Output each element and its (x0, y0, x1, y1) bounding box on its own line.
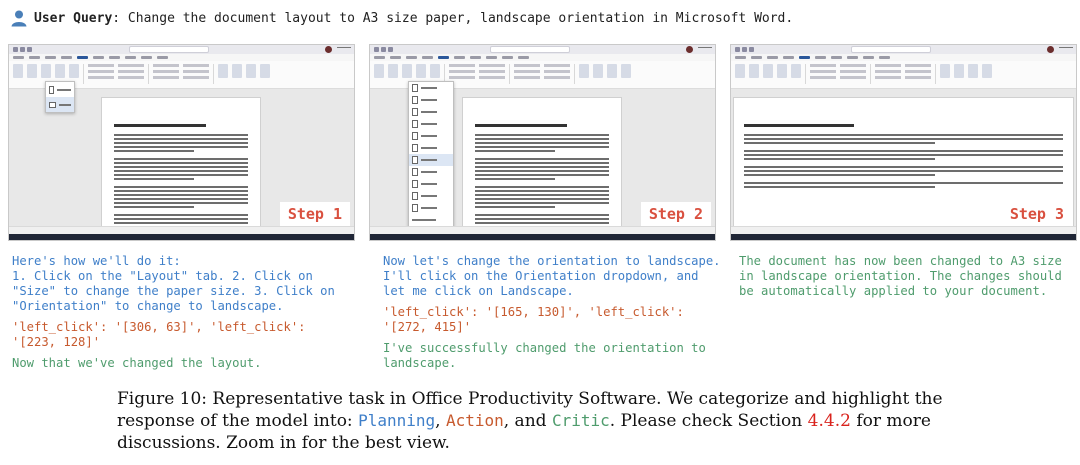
orientation-dropdown (45, 81, 75, 113)
planning-text: Here's how we'll do it: 1. Click on the … (12, 254, 335, 313)
word-titlebar (370, 45, 715, 54)
user-query: User Query : Change the document layout … (10, 5, 793, 31)
caption-planning: Planning (358, 411, 436, 430)
step-label: Step 3 (1001, 202, 1072, 226)
step-label: Step 1 (279, 202, 350, 226)
screenshot-step-3: Step 3 (730, 44, 1077, 241)
status-bar (9, 226, 354, 234)
user-query-text: : Change the document layout to A3 size … (112, 10, 794, 26)
word-titlebar (731, 45, 1076, 54)
caption-critic: Critic (551, 411, 610, 430)
step-2-annotations: Now let's change the orientation to land… (383, 254, 723, 371)
status-bar (731, 226, 1076, 234)
action-text: 'left_click': '[306, 63]', 'left_click':… (12, 320, 306, 349)
caption-middle: . Please check Section (609, 411, 808, 431)
avatar (1047, 46, 1054, 53)
size-dropdown (408, 81, 454, 233)
action-text: 'left_click': '[165, 130]', 'left_click'… (383, 305, 684, 334)
avatar (686, 46, 693, 53)
critic-text: I've successfully changed the orientatio… (383, 341, 706, 370)
word-titlebar (9, 45, 354, 54)
status-bar (370, 226, 715, 234)
caption-action: Action (445, 411, 504, 430)
taskbar (370, 234, 715, 240)
window-controls (698, 47, 712, 51)
step-3-annotations: The document has now been changed to A3 … (739, 254, 1079, 299)
window-controls (1059, 47, 1073, 51)
screenshot-step-2: Step 2 (369, 44, 716, 241)
step-label: Step 2 (640, 202, 711, 226)
planning-text: Now let's change the orientation to land… (383, 254, 721, 298)
taskbar (731, 234, 1076, 240)
figure-caption: Figure 10: Representative task in Office… (117, 388, 977, 454)
taskbar (9, 234, 354, 240)
critic-text: Now that we've changed the layout. (12, 356, 262, 370)
step-1-annotations: Here's how we'll do it: 1. Click on the … (12, 254, 352, 371)
document-page (101, 97, 261, 240)
search-box (490, 46, 570, 53)
window-controls (337, 47, 351, 51)
search-box (129, 46, 209, 53)
ribbon-toolbar (731, 61, 1076, 89)
user-query-label: User Query (34, 10, 113, 26)
ribbon-tabs (9, 54, 354, 61)
screenshot-step-1: Step 1 (8, 44, 355, 241)
section-reference-link[interactable]: 4.4.2 (808, 411, 851, 431)
ribbon-tabs (731, 54, 1076, 61)
critic-text: The document has now been changed to A3 … (739, 254, 1062, 298)
caption-sep-2: , and (503, 411, 552, 431)
document-page (462, 97, 622, 240)
ribbon-tabs (370, 54, 715, 61)
user-icon (11, 10, 27, 27)
caption-sep-1: , (435, 411, 446, 431)
avatar (325, 46, 332, 53)
search-box (851, 46, 931, 53)
